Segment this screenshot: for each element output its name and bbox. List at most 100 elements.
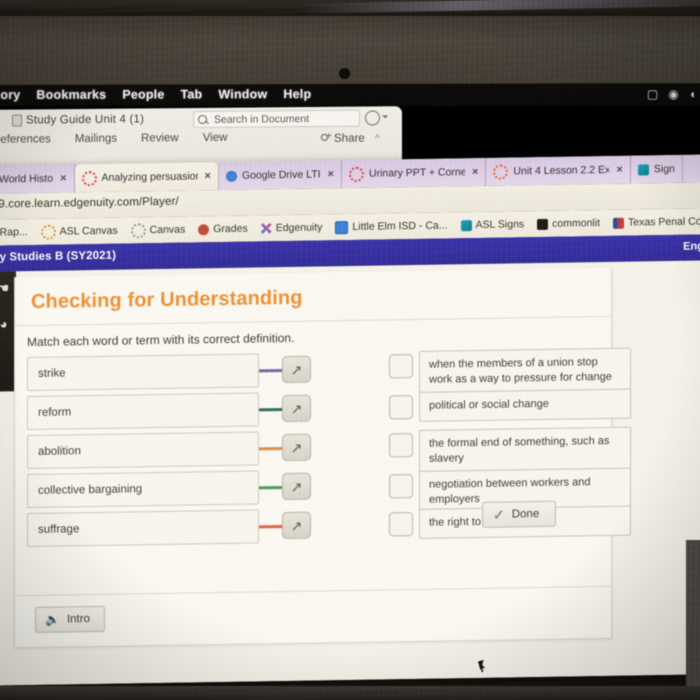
close-icon[interactable]: ×	[328, 168, 334, 180]
bookmark-item[interactable]: Grades	[198, 223, 248, 236]
laptop-lower-bezel	[0, 686, 700, 700]
term-box[interactable]: suffrage	[27, 509, 259, 548]
address-bar-url[interactable]: r09.core.learn.edgenuity.com/Player/	[0, 196, 179, 211]
control-center-icon[interactable]: ◉	[668, 87, 678, 101]
chevron-up-icon[interactable]: ^	[375, 133, 380, 144]
term-box[interactable]: strike	[27, 353, 259, 392]
speaker-icon: 🔈	[45, 612, 60, 627]
word-ribbon-tab[interactable]: Mailings	[75, 133, 117, 145]
smiley-icon[interactable]	[365, 110, 380, 126]
definition-row: the formal end of something, such as sla…	[389, 426, 631, 473]
wifi-icon[interactable]: ◖	[689, 87, 696, 101]
term-box[interactable]: abolition	[27, 431, 259, 470]
definition-box[interactable]: the formal end of something, such as sla…	[419, 426, 631, 473]
os-menu-item[interactable]: Window	[218, 87, 267, 101]
laptop-bezel	[0, 16, 700, 86]
bookmark-label: | Rap...	[0, 226, 28, 239]
match-arrow-button[interactable]: ↗	[282, 511, 311, 540]
bookmark-label: Canvas	[149, 223, 186, 237]
browser-tab-label: Sign	[653, 162, 675, 176]
course-title: tory Studies B (SY2021)	[0, 249, 117, 264]
instruction-text: Match each word or term with its correct…	[27, 330, 295, 350]
browser-tab[interactable]: Unit 4 Lesson 2.2 Ex ×	[486, 155, 631, 186]
bookmark-item[interactable]: Texas Penal Co	[613, 215, 700, 229]
share-button[interactable]: Share	[320, 133, 365, 145]
document-icon	[12, 114, 22, 127]
definition-checkbox[interactable]	[389, 512, 413, 537]
definition-box[interactable]: when the members of a union stop work as…	[419, 347, 631, 394]
arrow-right-icon: ↗	[290, 517, 303, 534]
bookmark-icon[interactable]: ☚	[0, 279, 12, 296]
bookmark-label: ASL Canvas	[59, 224, 118, 238]
language-label[interactable]: Engli	[683, 240, 700, 252]
definition-row: when the members of a union stop work as…	[389, 347, 631, 394]
bookmark-item[interactable]: ASL Signs	[460, 218, 525, 232]
term-row: collective bargaining ↗	[27, 470, 311, 509]
headphones-icon[interactable]: ◕	[0, 315, 12, 332]
close-icon[interactable]: ×	[616, 164, 622, 176]
laptop-screen-photo: tory Bookmarks People Tab Window Help ▢ ◉ ◖ S…	[0, 0, 700, 700]
word-ribbon-tab[interactable]: References	[0, 133, 51, 146]
os-menu-item[interactable]: Bookmarks	[36, 88, 106, 102]
ring-red-icon	[81, 170, 97, 186]
os-menu-items[interactable]: tory Bookmarks People Tab Window Help	[0, 87, 311, 102]
word-ribbon-tab[interactable]: Review	[141, 132, 179, 144]
browser-tab-label: Google Drive LTI	[241, 168, 321, 182]
bookmark-item[interactable]: Little Elm ISD - Ca...	[335, 219, 448, 234]
teal-s-icon	[460, 219, 472, 231]
desktop-right-gutter	[686, 540, 700, 700]
os-menu-item[interactable]: Help	[283, 87, 311, 101]
term-row: abolition ↗	[27, 431, 311, 470]
term-row: suffrage ↗	[27, 509, 311, 548]
match-arrow-button[interactable]: ↗	[282, 355, 311, 384]
term-box[interactable]: collective bargaining	[27, 470, 259, 509]
done-button[interactable]: ✓ Done	[482, 500, 557, 528]
word-search-box[interactable]: Search in Document	[193, 109, 360, 129]
close-icon[interactable]: ×	[205, 170, 211, 182]
close-icon[interactable]: ×	[60, 172, 66, 184]
lesson-card: Checking for Understanding Match each wo…	[14, 267, 631, 649]
definition-checkbox[interactable]	[389, 474, 413, 499]
chevron-down-icon[interactable]	[382, 115, 388, 119]
browser-tab[interactable]: Google Drive LTI ×	[218, 160, 342, 191]
browser-tab[interactable]: Sign	[630, 154, 683, 184]
definition-box[interactable]: political or social change	[419, 388, 631, 422]
definition-checkbox[interactable]	[389, 395, 413, 420]
os-menu-item[interactable]: People	[122, 87, 164, 101]
definition-checkbox[interactable]	[389, 354, 413, 379]
match-arrow-button[interactable]: ↗	[282, 472, 311, 501]
browser-tab[interactable]: World Histo ×	[0, 164, 75, 194]
person-icon	[198, 223, 210, 235]
match-arrow-button[interactable]: ↗	[282, 394, 311, 423]
os-menu-item[interactable]: tory	[0, 88, 20, 102]
browser-tab-label: Unit 4 Lesson 2.2 Ex	[513, 163, 610, 178]
word-window[interactable]: Study Guide Unit 4 (1) Search in Documen…	[0, 106, 402, 168]
airplay-icon[interactable]: ▢	[647, 87, 658, 101]
share-person-icon	[320, 134, 330, 144]
arrow-right-icon: ↗	[290, 478, 303, 495]
connector-line	[259, 525, 283, 528]
connector-line	[259, 486, 283, 489]
checkmark-icon: ✓	[493, 506, 505, 523]
bookmark-item[interactable]: ASL Canvas	[40, 223, 118, 240]
term-row: reform ↗	[27, 392, 311, 431]
bookmark-item[interactable]: commonlit	[537, 217, 600, 230]
bookmark-item[interactable]: | Rap...	[0, 226, 28, 239]
bookmark-label: Little Elm ISD - Ca...	[352, 219, 448, 233]
browser-tab[interactable]: Urinary PPT + Cornel ×	[341, 157, 487, 189]
bookmark-label: ASL Signs	[475, 218, 525, 232]
connector-line	[259, 408, 283, 411]
blue-square-icon	[335, 220, 349, 234]
term-box[interactable]: reform	[27, 392, 259, 431]
match-arrow-button[interactable]: ↗	[282, 433, 311, 462]
close-icon[interactable]: ×	[472, 166, 478, 178]
word-ribbon-tab[interactable]: View	[203, 132, 228, 144]
bookmark-item[interactable]: Edgenuity	[261, 221, 322, 234]
os-menu-status-icons[interactable]: ▢ ◉ ◖	[647, 87, 696, 101]
definition-checkbox[interactable]	[389, 433, 413, 458]
intro-button[interactable]: 🔈 Intro	[35, 605, 105, 633]
bookmark-item[interactable]: Canvas	[130, 222, 186, 238]
browser-tab[interactable]: Analyzing persuasion ×	[74, 162, 219, 193]
os-menu-item[interactable]: Tab	[181, 87, 203, 101]
bookmark-label: commonlit	[552, 217, 601, 230]
